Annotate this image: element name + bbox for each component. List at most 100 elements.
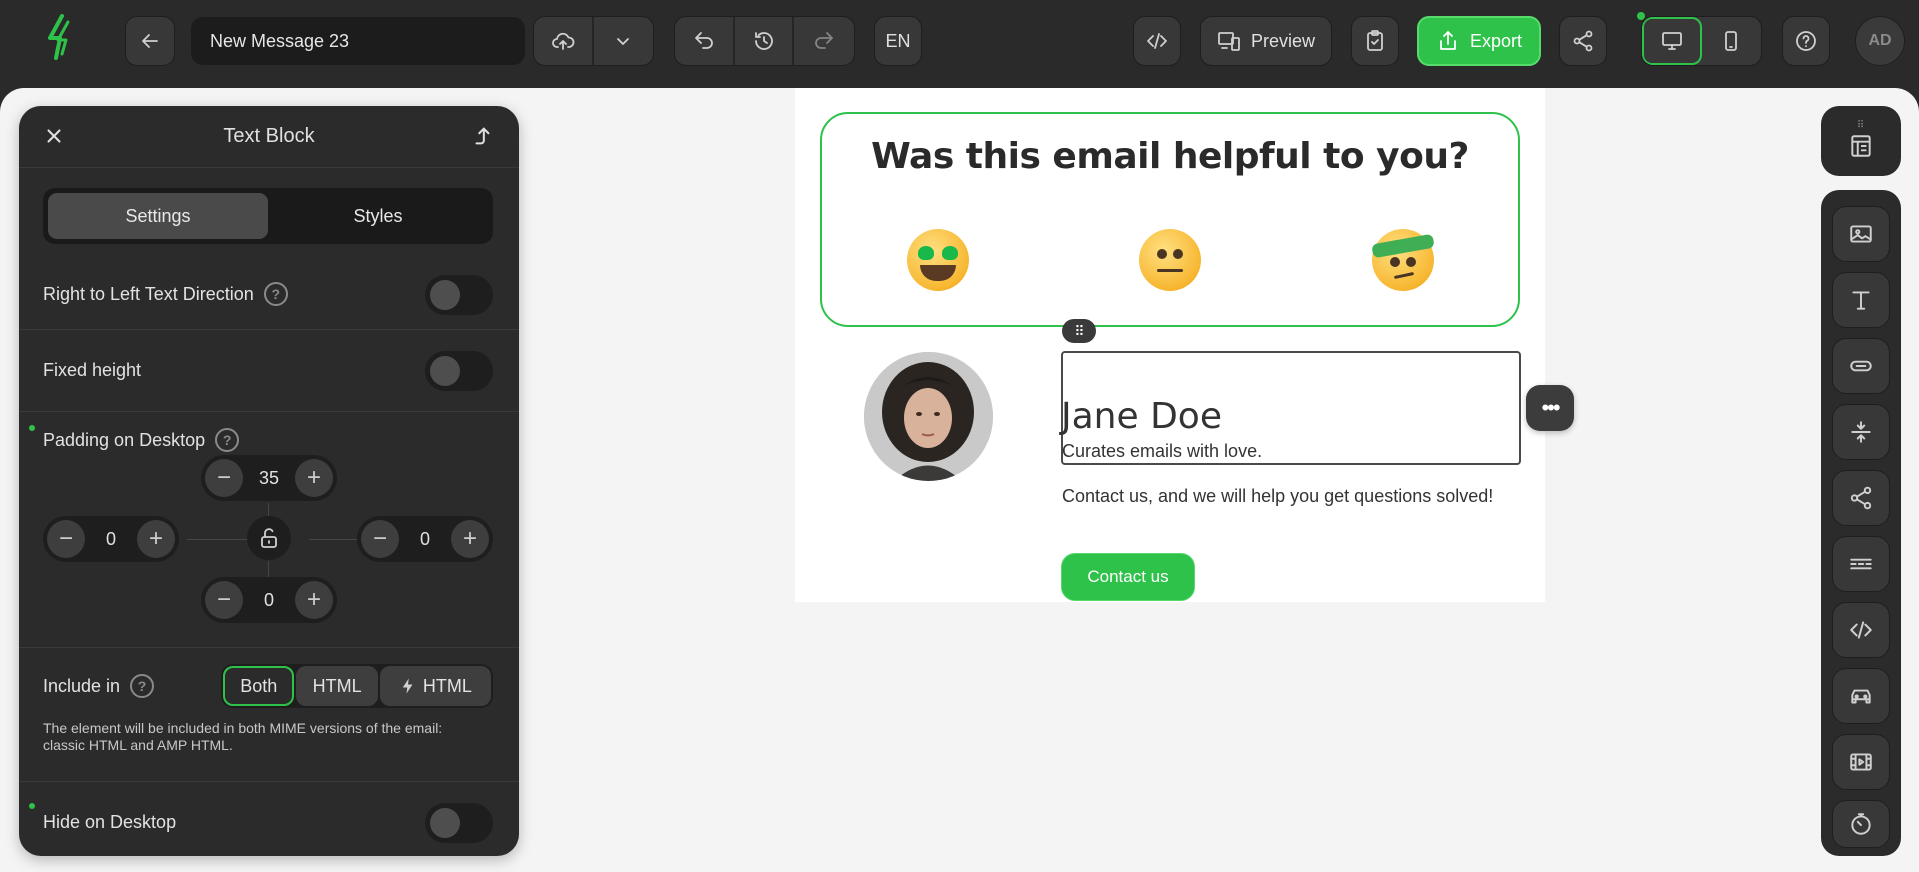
- block-more-options-button[interactable]: •••: [1526, 385, 1574, 431]
- video-block-button[interactable]: [1832, 734, 1890, 790]
- preview-button[interactable]: Preview: [1200, 16, 1332, 66]
- include-note: The element will be included in both MIM…: [43, 720, 443, 753]
- save-cloud-button[interactable]: [534, 17, 594, 65]
- arrow-left-icon: [142, 34, 158, 48]
- include-amp-html-label: HTML: [422, 675, 472, 696]
- version-history-button[interactable]: [735, 17, 795, 65]
- text-block-button[interactable]: [1832, 272, 1890, 328]
- code-editor-button[interactable]: [1133, 16, 1181, 66]
- timer-block-button[interactable]: [1832, 800, 1890, 848]
- mobile-view-button[interactable]: [1702, 17, 1761, 65]
- banner-block-button[interactable]: [1832, 668, 1890, 724]
- button-block-button[interactable]: [1832, 338, 1890, 394]
- padding-left-value[interactable]: 0: [106, 529, 116, 550]
- hide-desktop-toggle[interactable]: [425, 803, 493, 843]
- user-avatar[interactable]: AD: [1855, 16, 1905, 66]
- increment-button[interactable]: +: [294, 581, 333, 619]
- image-block-button[interactable]: [1832, 206, 1890, 262]
- block-drag-handle[interactable]: ⠿: [1062, 319, 1096, 343]
- help-icon[interactable]: ?: [263, 282, 288, 306]
- timer-icon: [1851, 813, 1871, 835]
- include-both-option[interactable]: Both: [223, 666, 295, 706]
- grin-mouth-icon: [920, 265, 956, 281]
- profile-tagline[interactable]: Curates emails with love.: [1062, 441, 1262, 462]
- padding-label-wrap: Padding on Desktop ?: [43, 428, 240, 452]
- spacer-block-button[interactable]: [1832, 404, 1890, 460]
- decrement-button[interactable]: −: [361, 520, 399, 558]
- share-icon: [1850, 486, 1872, 510]
- lightning-icon: [402, 678, 413, 694]
- help-button[interactable]: [1782, 16, 1830, 66]
- profile-photo[interactable]: [864, 352, 993, 481]
- message-title-input[interactable]: [191, 17, 525, 65]
- padding-bottom-value[interactable]: 0: [264, 590, 274, 611]
- panel-title: Text Block: [223, 125, 315, 147]
- increment-button[interactable]: +: [136, 520, 175, 558]
- rtl-row: Right to Left Text Direction ?: [19, 260, 519, 330]
- share-button[interactable]: [1559, 16, 1607, 66]
- survey-question: Was this email helpful to you?: [871, 136, 1469, 177]
- history-group: [674, 16, 855, 66]
- video-icon: [1850, 753, 1872, 771]
- menu-block-button[interactable]: [1832, 536, 1890, 592]
- select-parent-button[interactable]: [471, 125, 495, 149]
- decrement-button[interactable]: −: [205, 581, 243, 619]
- language-button[interactable]: EN: [874, 16, 922, 66]
- close-panel-button[interactable]: [43, 125, 67, 149]
- decrement-button[interactable]: −: [205, 459, 243, 497]
- redo-button[interactable]: [794, 17, 854, 65]
- neutral-face-emoji[interactable]: [1139, 229, 1201, 291]
- help-icon[interactable]: ?: [215, 428, 240, 452]
- contact-text[interactable]: Contact us, and we will help you get que…: [1062, 483, 1512, 509]
- heart-eye-left-icon: [918, 246, 934, 260]
- close-icon: [47, 129, 61, 143]
- menu-lines-icon: [1850, 558, 1872, 570]
- export-button[interactable]: Export: [1417, 16, 1541, 66]
- logo-bolt-icon: [48, 14, 70, 60]
- hide-desktop-row: Hide on Desktop: [19, 782, 519, 856]
- modules-library-icon: [1851, 135, 1871, 157]
- button-icon: [1850, 360, 1872, 372]
- include-in-selector: Both HTML HTML: [221, 664, 493, 708]
- save-options-button[interactable]: [594, 17, 653, 65]
- modules-button[interactable]: ⠿: [1821, 106, 1901, 176]
- help-circle-icon: [1796, 31, 1816, 51]
- padding-top-value[interactable]: 35: [259, 468, 279, 489]
- rtl-toggle[interactable]: [425, 275, 493, 315]
- preview-label: Preview: [1250, 30, 1316, 51]
- history-icon: [754, 32, 773, 50]
- smartphone-icon: [1725, 31, 1738, 51]
- contact-us-button[interactable]: Contact us: [1061, 553, 1195, 601]
- fixed-height-label: Fixed height: [43, 360, 142, 380]
- increment-button[interactable]: +: [450, 520, 489, 558]
- padding-right-value[interactable]: 0: [420, 529, 430, 550]
- padding-left-stepper: − 0 +: [43, 516, 179, 562]
- tab-settings[interactable]: Settings: [48, 193, 268, 239]
- fixed-height-toggle[interactable]: [425, 351, 493, 391]
- padding-lock-button[interactable]: [247, 516, 291, 560]
- app-logo[interactable]: [44, 14, 76, 60]
- include-amp-html-option[interactable]: HTML: [379, 666, 491, 706]
- profile-name[interactable]: Jane Doe: [1061, 396, 1222, 437]
- survey-block[interactable]: Was this email helpful to you?: [820, 112, 1520, 327]
- heart-eyes-emoji[interactable]: [907, 229, 969, 291]
- tab-styles[interactable]: Styles: [268, 193, 488, 239]
- html-block-button[interactable]: [1832, 602, 1890, 658]
- blocks-toolbar: [1821, 190, 1901, 856]
- help-icon[interactable]: ?: [130, 674, 155, 698]
- padding-label: Padding on Desktop: [43, 429, 206, 450]
- include-label: Include in: [43, 675, 121, 696]
- cloud-upload-icon: [551, 32, 575, 50]
- monitor-icon: [1661, 32, 1682, 50]
- social-block-button[interactable]: [1832, 470, 1890, 526]
- panel-header: Text Block: [19, 106, 519, 168]
- back-button[interactable]: [125, 16, 175, 66]
- test-checklist-button[interactable]: [1351, 16, 1399, 66]
- bandaged-face-emoji[interactable]: [1371, 229, 1435, 291]
- desktop-view-button[interactable]: [1642, 17, 1702, 65]
- decrement-button[interactable]: −: [47, 520, 85, 558]
- undo-button[interactable]: [675, 17, 735, 65]
- include-html-option[interactable]: HTML: [296, 666, 378, 706]
- increment-button[interactable]: +: [295, 459, 333, 497]
- drag-dots-icon: ⠿: [1074, 322, 1084, 339]
